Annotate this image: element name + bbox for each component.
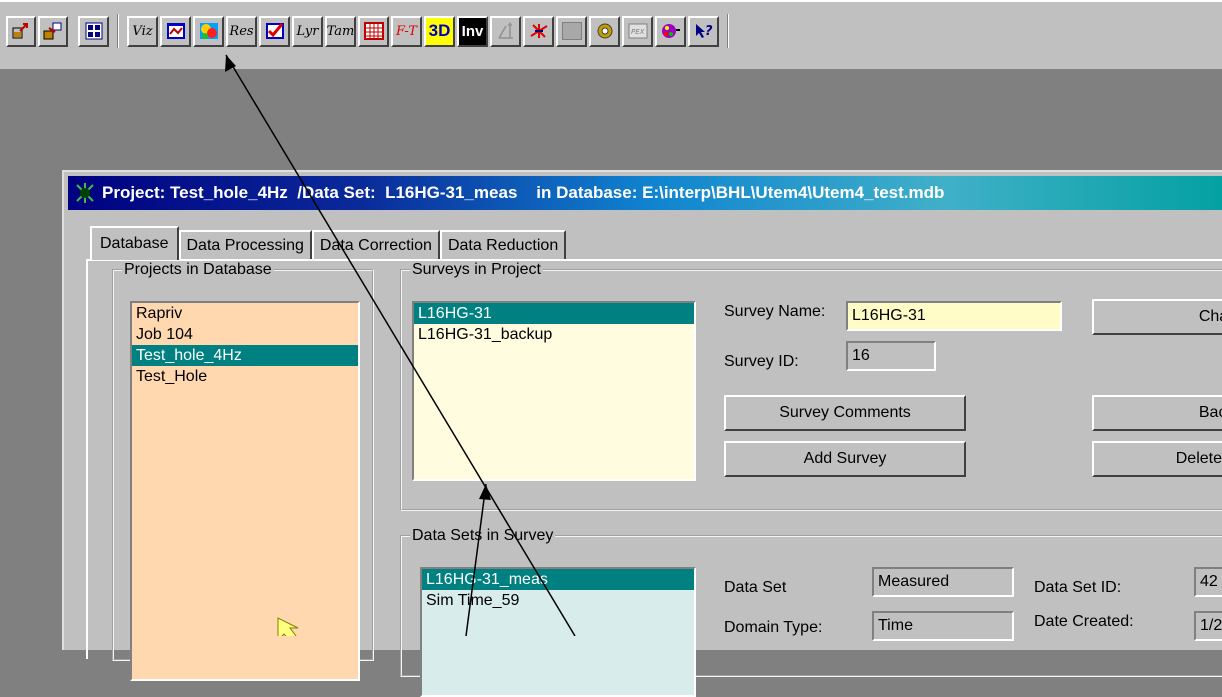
projects-list[interactable]: Rapriv Job 104 Test_hole_4Hz Test_Hole <box>130 301 360 681</box>
backup-button[interactable]: BackU <box>1092 395 1222 431</box>
survey-id-field: 16 <box>846 341 936 371</box>
blank-square-icon <box>561 22 582 40</box>
contour-map-icon <box>199 23 218 39</box>
dataset-item-selected[interactable]: L16HG-31_meas <box>422 569 694 590</box>
app-icon <box>74 182 96 204</box>
project-item[interactable]: Test_Hole <box>132 366 358 387</box>
data-set-id-label: Data Set ID: <box>1034 579 1122 596</box>
surveys-legend: Surveys in Project <box>412 261 541 278</box>
tab-data-processing[interactable]: Data Processing <box>178 230 312 260</box>
toolbar-row: Viz Res Lyr Tam F-T 3D Inv PEX ? <box>6 14 737 48</box>
axis-icon-button[interactable] <box>490 15 521 47</box>
survey-comments-button[interactable]: Survey Comments <box>724 395 966 431</box>
delete-survey-button[interactable]: Delete Su <box>1092 441 1222 477</box>
3d-button[interactable]: 3D <box>424 15 455 47</box>
tab-strip: Database Data Processing Data Correction… <box>90 226 567 260</box>
contour-icon-button[interactable] <box>193 15 224 47</box>
export-icon <box>43 22 62 40</box>
date-created-field: 1/23 <box>1194 611 1222 641</box>
toolbar-top-edge <box>0 0 1222 2</box>
domain-type-label: Domain Type: <box>724 619 823 636</box>
plot-window-icon <box>166 23 185 39</box>
change-button[interactable]: Chang <box>1092 299 1222 335</box>
pex-icon-button[interactable]: PEX <box>622 15 653 47</box>
import-icon-button[interactable] <box>6 15 36 47</box>
tab-data-correction[interactable]: Data Correction <box>311 230 440 260</box>
surveys-group: Surveys in Project L16HG-31 L16HG-31_bac… <box>400 261 1222 511</box>
toolbar-separator-end <box>727 14 729 48</box>
blank-button[interactable] <box>556 15 587 47</box>
project-item[interactable]: Rapriv <box>132 303 358 324</box>
scatter-icon-button[interactable] <box>523 15 554 47</box>
data-set-label: Data Set <box>724 579 787 596</box>
grid-icon <box>85 22 102 40</box>
svg-text:?: ? <box>705 24 713 39</box>
toolbar-separator <box>117 14 119 48</box>
survey-name-label: Survey Name: <box>724 303 826 320</box>
project-item[interactable]: Job 104 <box>132 324 358 345</box>
survey-name-field[interactable]: L16HG-31 <box>846 301 1062 331</box>
grid-icon-button[interactable] <box>78 15 109 47</box>
lyr-button[interactable]: Lyr <box>292 15 323 47</box>
pex-icon: PEX <box>628 23 647 39</box>
help-pointer-icon: ? <box>695 24 713 39</box>
res-button[interactable]: Res <box>226 15 257 47</box>
surveys-list[interactable]: L16HG-31 L16HG-31_backup <box>412 301 696 481</box>
main-toolbar: Viz Res Lyr Tam F-T 3D Inv PEX ? <box>0 0 1222 70</box>
survey-id-label: Survey ID: <box>724 353 799 370</box>
axis-arrows-icon <box>497 22 513 39</box>
check-icon-button[interactable] <box>259 15 290 47</box>
database-tab-panel: Projects in Database Rapriv Job 104 Test… <box>86 259 1222 697</box>
viz-button[interactable]: Viz <box>127 15 158 47</box>
plot-icon-button[interactable] <box>160 15 191 47</box>
domain-type-field: Time <box>872 611 1014 641</box>
datasets-group: Data Sets in Survey L16HG-31_meas Sim Ti… <box>400 527 1222 697</box>
ft-button[interactable]: F-T <box>391 15 422 47</box>
data-set-field: Measured <box>872 567 1014 597</box>
palette-icon-button[interactable] <box>655 15 686 47</box>
add-survey-button[interactable]: Add Survey <box>724 441 966 477</box>
project-window: Project: Test_hole_4Hz /Data Set: L16HG-… <box>62 170 1222 697</box>
table-icon-button[interactable] <box>358 15 389 47</box>
scatter-icon <box>529 24 548 38</box>
palette-icon <box>661 24 680 38</box>
help-icon-button[interactable]: ? <box>688 15 719 47</box>
project-item-selected[interactable]: Test_hole_4Hz <box>132 345 358 366</box>
window-title: Project: Test_hole_4Hz /Data Set: L16HG-… <box>102 183 945 202</box>
survey-item[interactable]: L16HG-31_backup <box>414 324 694 345</box>
datasets-legend: Data Sets in Survey <box>412 527 554 544</box>
tab-database[interactable]: Database <box>90 226 179 260</box>
date-created-label: Date Created: <box>1034 613 1134 630</box>
inv-button[interactable]: Inv <box>457 15 488 47</box>
svg-text:PEX: PEX <box>631 28 645 36</box>
import-icon <box>12 23 28 39</box>
tab-data-reduction[interactable]: Data Reduction <box>439 230 567 260</box>
projects-legend: Projects in Database <box>124 261 272 278</box>
export-icon-button[interactable] <box>38 15 68 47</box>
table-icon <box>363 22 384 40</box>
tam-button[interactable]: Tam <box>325 15 356 47</box>
datasets-list[interactable]: L16HG-31_meas Sim Time_59 <box>420 567 696 697</box>
gear-icon <box>597 23 612 39</box>
data-set-id-field: 42 <box>1194 567 1222 597</box>
survey-item-selected[interactable]: L16HG-31 <box>414 303 694 324</box>
dataset-item[interactable]: Sim Time_59 <box>422 590 694 611</box>
check-icon <box>265 23 284 39</box>
projects-group: Projects in Database Rapriv Job 104 Test… <box>112 261 374 681</box>
window-titlebar[interactable]: Project: Test_hole_4Hz /Data Set: L16HG-… <box>68 176 1222 210</box>
gear-icon-button[interactable] <box>589 15 620 47</box>
